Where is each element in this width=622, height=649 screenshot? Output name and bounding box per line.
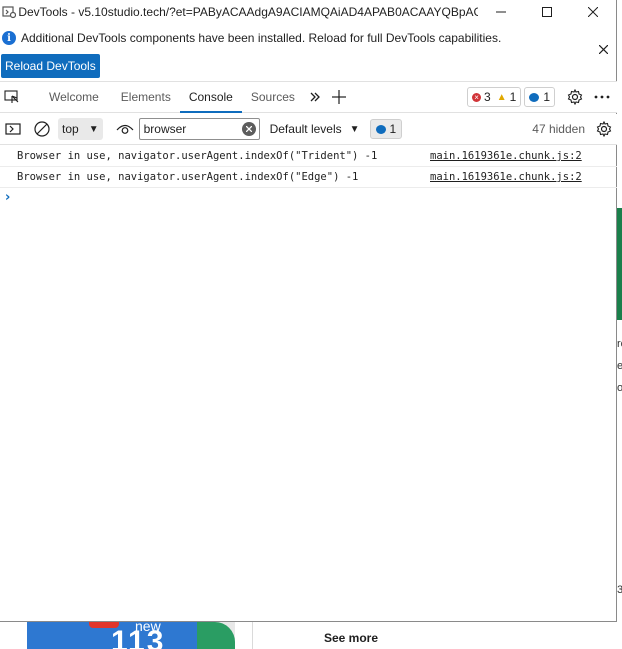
gear-icon (596, 121, 612, 137)
error-count: 3 (484, 90, 491, 104)
console-log-row[interactable]: Browser in use, navigator.userAgent.inde… (0, 146, 617, 167)
message-icon (529, 92, 540, 102)
thumbnail-number: 113 (111, 625, 166, 649)
sidebar-toggle-icon (5, 123, 21, 135)
infobar-close-button[interactable] (595, 41, 611, 57)
add-tab-button[interactable] (326, 82, 352, 113)
gear-icon (567, 89, 583, 105)
close-window-button[interactable] (570, 0, 616, 24)
devtools-app-icon (1, 4, 16, 20)
ellipsis-icon (594, 95, 610, 99)
reload-infobar: i Additional DevTools components have be… (0, 24, 616, 81)
maximize-button[interactable] (524, 0, 570, 24)
infobar-message: Additional DevTools components have been… (21, 31, 502, 45)
devtools-window: DevTools - v5.10studio.tech/?et=PAByACAA… (0, 0, 617, 622)
log-levels-label: Default levels (269, 122, 342, 136)
close-icon (245, 126, 252, 132)
tab-welcome[interactable]: Welcome (37, 82, 111, 113)
console-filter-bar: top ▼ Default levels ▼ 1 47 hidden (0, 114, 617, 145)
log-levels-dropdown[interactable]: Default levels ▼ (270, 122, 360, 136)
console-prompt-icon: › (5, 189, 11, 205)
clear-console-button[interactable] (26, 114, 58, 145)
messages-counter[interactable]: 1 (524, 87, 555, 107)
more-tabs-button[interactable] (304, 82, 326, 113)
filter-message-counter[interactable]: 1 (369, 119, 403, 139)
tab-console[interactable]: Console (179, 82, 242, 113)
log-source-link[interactable]: main.1619361e.chunk.js:2 (430, 171, 582, 183)
filter-message-count: 1 (389, 122, 397, 136)
minimize-icon (496, 11, 506, 13)
context-selector[interactable]: top ▼ (58, 118, 103, 140)
caret-down-icon: ▼ (88, 123, 99, 135)
background-thumbnail[interactable]: new 113 (27, 622, 235, 649)
console-log-row[interactable]: Browser in use, navigator.userAgent.inde… (0, 167, 617, 188)
console-prompt-row[interactable]: › (0, 188, 617, 206)
plus-icon (331, 90, 346, 104)
log-message: Browser in use, navigator.userAgent.inde… (17, 171, 359, 183)
message-icon (375, 124, 386, 134)
log-message: Browser in use, navigator.userAgent.inde… (17, 150, 378, 162)
tab-sources[interactable]: Sources (242, 82, 304, 113)
warning-count: 1 (509, 90, 517, 104)
context-value: top (62, 122, 79, 136)
maximize-icon (542, 7, 552, 17)
tab-elements[interactable]: Elements (111, 82, 180, 113)
inspect-icon (4, 90, 19, 103)
warning-icon: ▲ (496, 91, 507, 103)
main-tab-bar: Welcome Elements Console Sources × 3 ▲ 1… (0, 81, 617, 113)
see-more-link[interactable]: See more (324, 631, 378, 645)
issues-counter[interactable]: × 3 ▲ 1 (467, 87, 522, 107)
settings-button[interactable] (563, 82, 587, 113)
clear-filter-button[interactable] (241, 122, 256, 136)
window-title: DevTools - v5.10studio.tech/?et=PAByACAA… (18, 5, 478, 19)
reload-devtools-button[interactable]: Reload DevTools (1, 54, 100, 78)
eye-icon (116, 124, 134, 134)
background-green-banner (617, 208, 622, 320)
background-text-fragment: ro (617, 338, 622, 350)
chevron-double-right-icon (310, 92, 320, 102)
minimize-button[interactable] (478, 0, 524, 24)
close-icon (598, 44, 608, 54)
hidden-messages-count: 47 hidden (532, 122, 585, 136)
live-expression-button[interactable] (107, 114, 143, 145)
background-text-fragment: 3 (617, 584, 622, 596)
log-source-link[interactable]: main.1619361e.chunk.js:2 (430, 150, 582, 162)
background-text-fragment: o (617, 382, 622, 394)
clear-icon (34, 121, 50, 137)
more-options-button[interactable] (587, 82, 617, 113)
error-icon: × (472, 92, 482, 102)
show-sidebar-button[interactable] (0, 114, 26, 145)
info-icon: i (2, 31, 16, 45)
console-output[interactable]: Browser in use, navigator.userAgent.inde… (0, 146, 617, 206)
inspect-element-button[interactable] (0, 82, 24, 113)
message-count: 1 (543, 90, 550, 104)
console-settings-button[interactable] (593, 114, 615, 145)
background-divider (252, 622, 253, 649)
close-icon (588, 7, 598, 17)
background-text-fragment: ea (617, 360, 622, 372)
caret-down-icon: ▼ (349, 123, 360, 135)
title-bar[interactable]: DevTools - v5.10studio.tech/?et=PAByACAA… (0, 0, 616, 24)
